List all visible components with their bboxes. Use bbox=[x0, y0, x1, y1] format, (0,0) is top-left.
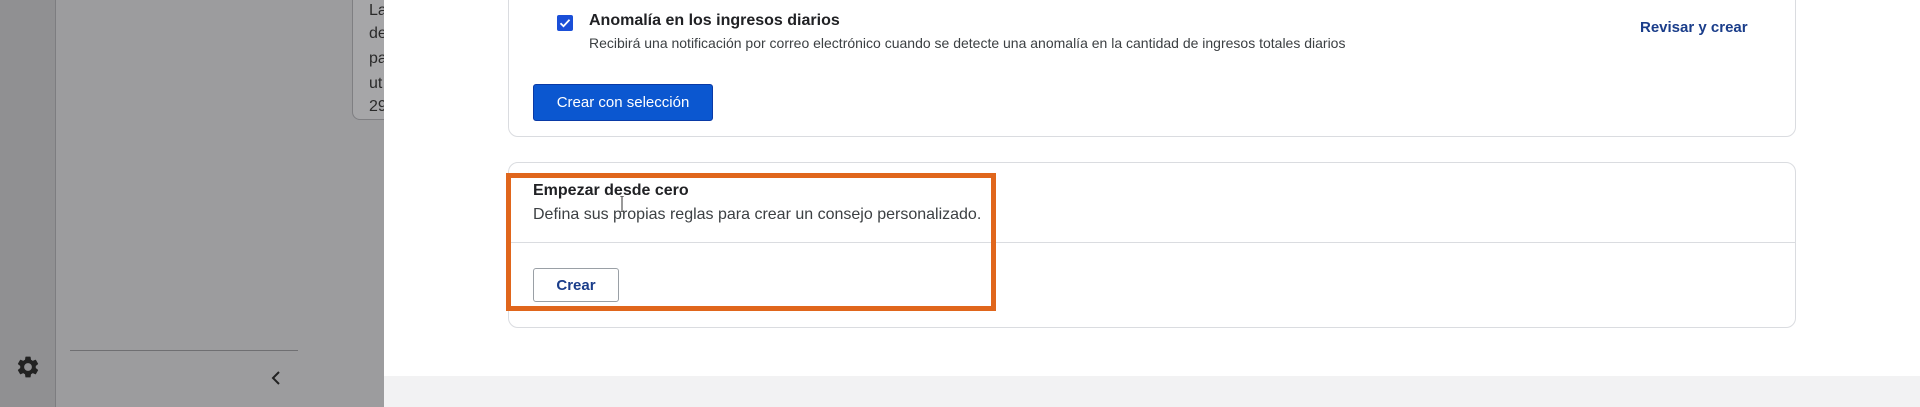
sheet-footer bbox=[384, 376, 1920, 407]
anomaly-checkbox[interactable] bbox=[557, 15, 573, 31]
option-title: Anomalía en los ingresos diarios bbox=[589, 12, 840, 29]
gear-icon[interactable] bbox=[15, 354, 41, 380]
create-with-selection-button[interactable]: Crear con selección bbox=[533, 84, 713, 121]
divider bbox=[70, 350, 298, 351]
highlight-box bbox=[506, 173, 996, 311]
left-rail bbox=[0, 0, 56, 407]
text-cursor-icon bbox=[620, 196, 624, 212]
chevron-left-icon[interactable] bbox=[266, 366, 286, 390]
check-icon bbox=[559, 19, 571, 28]
review-and-create-link[interactable]: Revisar y crear bbox=[1640, 19, 1748, 36]
option-description: Recibirá una notificación por correo ele… bbox=[589, 35, 1346, 51]
background-text: ut bbox=[369, 75, 383, 92]
background-panel bbox=[56, 0, 384, 407]
